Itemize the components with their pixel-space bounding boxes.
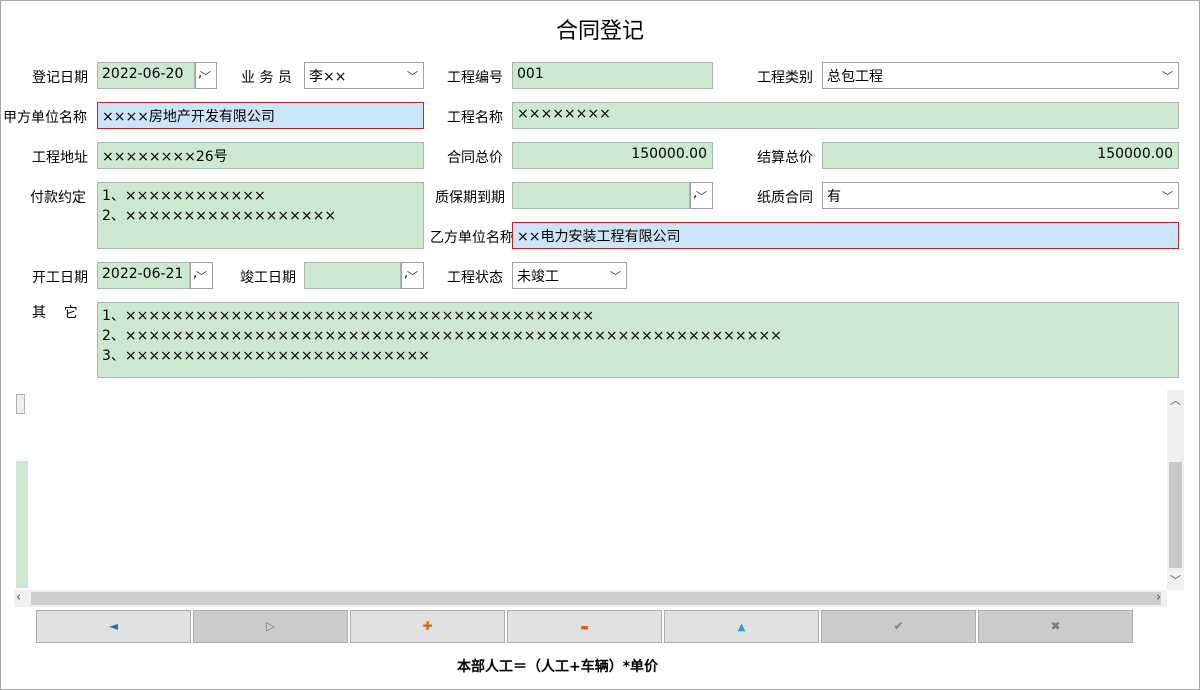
chevron-down-icon: ﹀ bbox=[200, 70, 211, 83]
status-value: 未竣工 bbox=[517, 269, 559, 285]
project-type-label: 工程类别 bbox=[757, 70, 813, 86]
check-icon: ✔ bbox=[893, 619, 904, 633]
start-date-label: 开工日期 bbox=[32, 270, 88, 286]
contract-total-field[interactable]: 150000.00 bbox=[512, 142, 713, 169]
start-date-picker-button[interactable]: , ﹀ bbox=[190, 262, 213, 289]
add-record-button[interactable]: ✚ bbox=[350, 610, 505, 643]
warranty-label: 质保期到期 bbox=[435, 190, 505, 206]
up-triangle-icon: ▲ bbox=[737, 622, 746, 633]
project-type-value: 总包工程 bbox=[827, 69, 883, 85]
payment-textarea[interactable]: 1、×××××××××××× 2、×××××××××××××××××× bbox=[97, 182, 424, 249]
payment-line: 1、×××××××××××× bbox=[102, 188, 266, 204]
scroll-left-icon[interactable]: ‹ bbox=[16, 590, 21, 605]
chevron-down-icon: ﹀ bbox=[407, 270, 418, 283]
edit-record-button[interactable]: ▲ bbox=[664, 610, 819, 643]
start-date-field[interactable]: 2022-06-21 bbox=[97, 262, 190, 289]
warranty-field[interactable] bbox=[512, 182, 690, 209]
prev-record-button[interactable]: ◄ bbox=[36, 610, 191, 643]
paper-value: 有 bbox=[827, 189, 841, 205]
finish-date-field[interactable] bbox=[304, 262, 401, 289]
scroll-right-icon[interactable]: › bbox=[1156, 590, 1161, 605]
party-a-label: 甲方单位名称 bbox=[3, 110, 87, 126]
other-line: 3、×××××××××××××××××××××××××× bbox=[102, 348, 430, 364]
party-b-label: 乙方单位名称 bbox=[430, 230, 514, 246]
detail-grid[interactable] bbox=[14, 390, 1184, 605]
vertical-scroll-thumb[interactable] bbox=[1169, 462, 1182, 568]
other-label: 其 它 bbox=[32, 305, 78, 321]
party-b-field[interactable]: ××电力安装工程有限公司 bbox=[512, 222, 1179, 249]
vertical-scrollbar[interactable]: ︿ ﹀ bbox=[1167, 390, 1184, 590]
paper-label: 纸质合同 bbox=[757, 190, 813, 206]
status-label: 工程状态 bbox=[447, 270, 503, 286]
chevron-down-icon: ﹀ bbox=[1162, 70, 1173, 83]
chevron-down-icon: ﹀ bbox=[407, 70, 418, 83]
other-textarea[interactable]: 1、××××××××××××××××××××××××××××××××××××××… bbox=[97, 302, 1179, 378]
project-name-field[interactable]: ×××××××× bbox=[512, 102, 1179, 129]
formula-text: 本部人工＝（人工+车辆）*单价 bbox=[456, 659, 659, 675]
salesman-label: 业 务 员 bbox=[241, 70, 292, 86]
salesman-value: 李×× bbox=[309, 69, 347, 85]
project-name-label: 工程名称 bbox=[447, 110, 503, 126]
settle-total-field[interactable]: 150000.00 bbox=[822, 142, 1179, 169]
payment-line: 2、×××××××××××××××××× bbox=[102, 208, 337, 224]
reg-date-field[interactable]: 2022-06-20 bbox=[97, 62, 195, 89]
contract-total-label: 合同总价 bbox=[447, 150, 503, 166]
settle-total-label: 结算总价 bbox=[757, 150, 813, 166]
save-record-button[interactable]: ✔ bbox=[821, 610, 976, 643]
minus-icon: ▬ bbox=[580, 623, 589, 633]
chevron-down-icon: ﹀ bbox=[196, 270, 207, 283]
cross-icon: ✖ bbox=[1050, 619, 1061, 633]
cancel-record-button[interactable]: ✖ bbox=[978, 610, 1133, 643]
paper-select[interactable]: 有 ﹀ bbox=[822, 182, 1179, 209]
scroll-up-icon[interactable]: ︿ bbox=[1170, 392, 1181, 408]
status-select[interactable]: 未竣工 ﹀ bbox=[512, 262, 627, 289]
payment-label: 付款约定 bbox=[30, 190, 86, 206]
salesman-select[interactable]: 李×× ﹀ bbox=[304, 62, 424, 89]
delete-record-button[interactable]: ▬ bbox=[507, 610, 662, 643]
horizontal-scroll-thumb[interactable] bbox=[31, 592, 1161, 605]
page-title: 合同登记 bbox=[555, 19, 644, 44]
prev-icon: ◄ bbox=[108, 619, 119, 633]
chevron-down-icon: ﹀ bbox=[1162, 190, 1173, 203]
next-record-button[interactable]: ▷ bbox=[193, 610, 348, 643]
chevron-down-icon: ﹀ bbox=[696, 190, 707, 203]
reg-date-label: 登记日期 bbox=[32, 70, 88, 86]
project-no-label: 工程编号 bbox=[447, 70, 503, 86]
warranty-picker-button[interactable]: , ﹀ bbox=[690, 182, 713, 209]
scroll-down-icon[interactable]: ﹀ bbox=[1170, 572, 1181, 588]
grid-row-indicator bbox=[16, 461, 28, 588]
other-line: 2、××××××××××××××××××××××××××××××××××××××… bbox=[102, 328, 782, 344]
finish-date-label: 竣工日期 bbox=[240, 270, 296, 286]
grid-row-selector[interactable] bbox=[16, 394, 25, 414]
horizontal-scrollbar[interactable]: ‹ › bbox=[14, 590, 1167, 607]
address-field[interactable]: ××××××××26号 bbox=[97, 142, 424, 169]
next-icon: ▷ bbox=[265, 619, 276, 633]
finish-date-picker-button[interactable]: , ﹀ bbox=[401, 262, 424, 289]
reg-date-picker-button[interactable]: , ﹀ bbox=[195, 62, 217, 89]
chevron-down-icon: ﹀ bbox=[610, 270, 621, 283]
plus-icon: ✚ bbox=[422, 619, 433, 633]
project-type-select[interactable]: 总包工程 ﹀ bbox=[822, 62, 1179, 89]
address-label: 工程地址 bbox=[32, 150, 88, 166]
party-a-field[interactable]: ××××房地产开发有限公司 bbox=[97, 102, 424, 129]
project-no-field[interactable]: 001 bbox=[512, 62, 713, 89]
other-line: 1、××××××××××××××××××××××××××××××××××××××… bbox=[102, 308, 595, 324]
